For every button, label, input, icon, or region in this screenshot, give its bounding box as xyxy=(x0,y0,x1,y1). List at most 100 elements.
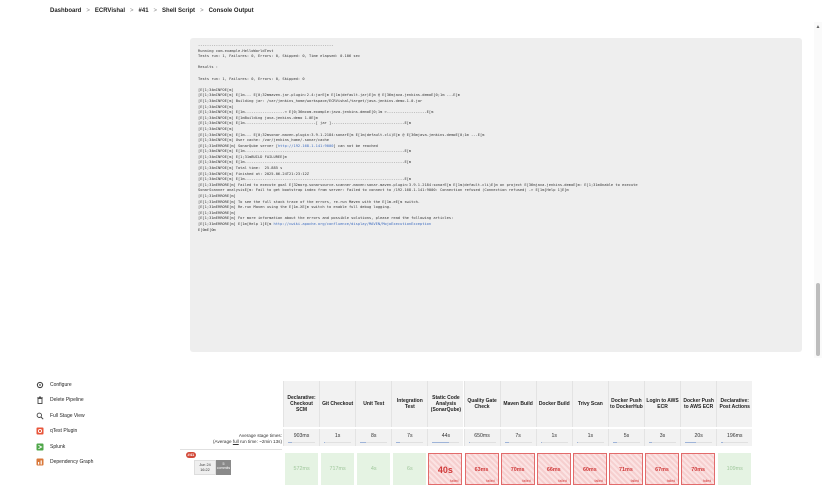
average-time-bar xyxy=(288,441,316,443)
stage-result-success[interactable]: 109ms xyxy=(717,453,752,485)
average-stage-times-label: Average stage times: (Average full run t… xyxy=(213,433,282,444)
sonar-server-link[interactable]: http://192.168.1.141:9000 xyxy=(278,144,334,148)
build-run-row[interactable]: #41 Jun 24 16:22 5 commits xyxy=(180,449,282,485)
average-time-bar xyxy=(685,441,713,443)
build-date: Jun 24 16:22 xyxy=(194,460,216,475)
page: Dashboard > ECRVishal > #41 > Shell Script > Con… xyxy=(0,0,822,492)
commits-badge[interactable]: 5 commits xyxy=(216,460,231,475)
stage-average-time: 3s xyxy=(644,429,681,446)
stage-header: Docker Build xyxy=(535,381,572,427)
breadcrumb-item: Console Output xyxy=(208,8,254,14)
average-time-bar xyxy=(432,441,460,443)
sidebar: Configure Delete Pipeline Full Stage Vie… xyxy=(36,377,176,470)
average-time-bar xyxy=(576,441,604,443)
breadcrumb-item[interactable]: ECRVishal xyxy=(95,8,125,14)
average-time-bar xyxy=(360,441,388,443)
stage-result-success[interactable]: 572ms xyxy=(284,453,319,485)
sidebar-item-qtest-plugin[interactable]: qTest Plugin xyxy=(36,424,176,440)
breadcrumb: Dashboard > ECRVishal > #41 > Shell Script > Con… xyxy=(0,0,814,22)
stage-result-failed[interactable]: 67ms failed xyxy=(645,453,680,485)
failed-label: failed xyxy=(594,479,603,483)
stage-header: Git Checkout xyxy=(319,381,356,427)
stage-average-time: 20s xyxy=(680,429,717,446)
breadcrumb-separator-icon: > xyxy=(153,8,158,14)
average-time-bar xyxy=(324,441,352,443)
breadcrumb-item[interactable]: #41 xyxy=(139,8,149,14)
sidebar-item-dependency-graph[interactable]: Dependency Graph xyxy=(36,455,176,471)
stage-header: Unit Test xyxy=(355,381,392,427)
graph-icon xyxy=(36,458,44,466)
sidebar-item-label: Configure xyxy=(50,381,72,388)
average-time-bar xyxy=(396,441,424,443)
stage-result-failed[interactable]: 70ms failed xyxy=(681,453,716,485)
stage-header: Maven Build xyxy=(499,381,536,427)
stage-header: Login to AWS ECR xyxy=(644,381,681,427)
failed-label: failed xyxy=(702,479,712,483)
average-time-bar xyxy=(721,441,749,443)
breadcrumb-separator-icon: > xyxy=(130,8,134,14)
stage-header: Declarative: Post Actions xyxy=(716,381,753,427)
sidebar-item-label: Delete Pipeline xyxy=(50,397,84,404)
sidebar-item-delete-pipeline[interactable]: Delete Pipeline xyxy=(36,393,176,409)
stage-average-time: 7s xyxy=(499,429,536,446)
failed-label: failed xyxy=(486,479,495,483)
stage-average-time: 903ms xyxy=(283,429,320,446)
stage-average-time: 1s xyxy=(535,429,572,446)
gear-icon xyxy=(36,381,44,389)
failed-label: failed xyxy=(558,479,567,483)
scrollbar-thumb[interactable] xyxy=(816,283,820,356)
average-time-bar xyxy=(649,441,677,443)
stage-header: Quality Gate Check xyxy=(463,381,500,427)
sidebar-item-label: Full Stage View xyxy=(50,412,85,419)
breadcrumb-separator-icon: > xyxy=(86,8,90,14)
stage-header: Docker Push to AWS ECR xyxy=(680,381,717,427)
failed-label: failed xyxy=(450,479,459,483)
breadcrumb-separator-icon: > xyxy=(200,8,204,14)
stage-average-time: 650ms xyxy=(463,429,500,446)
stage-result-success[interactable]: 4s xyxy=(356,453,391,485)
stage-result-failed[interactable]: 70ms failed xyxy=(500,453,535,485)
stage-header: Trivy Scan xyxy=(571,381,608,427)
stage-result-failed[interactable]: 40s failed xyxy=(428,453,463,485)
sidebar-item-configure[interactable]: Configure xyxy=(36,377,176,393)
stage-result-success[interactable]: 6s xyxy=(392,453,427,485)
stage-average-time: 8s xyxy=(355,429,392,446)
trash-icon xyxy=(36,396,44,405)
sidebar-item-splunk[interactable]: Splunk xyxy=(36,439,176,455)
qtest-icon xyxy=(36,427,44,435)
average-time-bar xyxy=(468,441,496,443)
stage-average-time: 7s xyxy=(391,429,428,446)
stage-result-failed[interactable]: 66ms failed xyxy=(536,453,571,485)
console-line: E[0mE[0m xyxy=(198,227,216,232)
failed-label: failed xyxy=(630,479,639,483)
stage-average-time: 1s xyxy=(319,429,356,446)
stage-average-time: 196ms xyxy=(716,429,753,446)
build-number-badge[interactable]: #41 xyxy=(186,452,196,458)
console-output: ----------------------------------------… xyxy=(190,38,802,352)
stage-average-time: 44s xyxy=(427,429,464,446)
stage-header: Docker Push to DockerHub xyxy=(607,381,644,427)
sidebar-item-label: Splunk xyxy=(50,443,66,450)
average-time-bar xyxy=(504,441,532,443)
help-link[interactable]: http://cwiki.apache.org/confluence/displ… xyxy=(273,222,431,226)
stage-result-failed[interactable]: 60ms failed xyxy=(572,453,607,485)
stage-result-success[interactable]: 717ms xyxy=(320,453,355,485)
scroll-up-arrow-icon[interactable]: ▲ xyxy=(815,24,821,30)
stage-result-failed[interactable]: 63ms failed xyxy=(464,453,499,485)
failed-label: failed xyxy=(666,479,676,483)
failed-label: failed xyxy=(522,479,531,483)
sidebar-item-label: Dependency Graph xyxy=(50,459,94,466)
search-icon xyxy=(36,412,44,420)
stage-result-failed[interactable]: 71ms failed xyxy=(608,453,643,485)
stage-header: Integration Test xyxy=(391,381,428,427)
stage-header: Static Code Analysis (SonarQube) xyxy=(427,381,464,427)
average-time-bar xyxy=(612,441,640,443)
breadcrumb-item[interactable]: Dashboard xyxy=(50,8,81,14)
stage-average-time: 1s xyxy=(571,429,608,446)
splunk-icon xyxy=(36,443,44,451)
stage-average-time: 5s xyxy=(607,429,644,446)
sidebar-item-label: qTest Plugin xyxy=(50,428,78,435)
sidebar-item-full-stage-view[interactable]: Full Stage View xyxy=(36,408,176,424)
stage-header: Declarative: Checkout SCM xyxy=(283,381,320,427)
breadcrumb-item[interactable]: Shell Script xyxy=(162,8,195,14)
